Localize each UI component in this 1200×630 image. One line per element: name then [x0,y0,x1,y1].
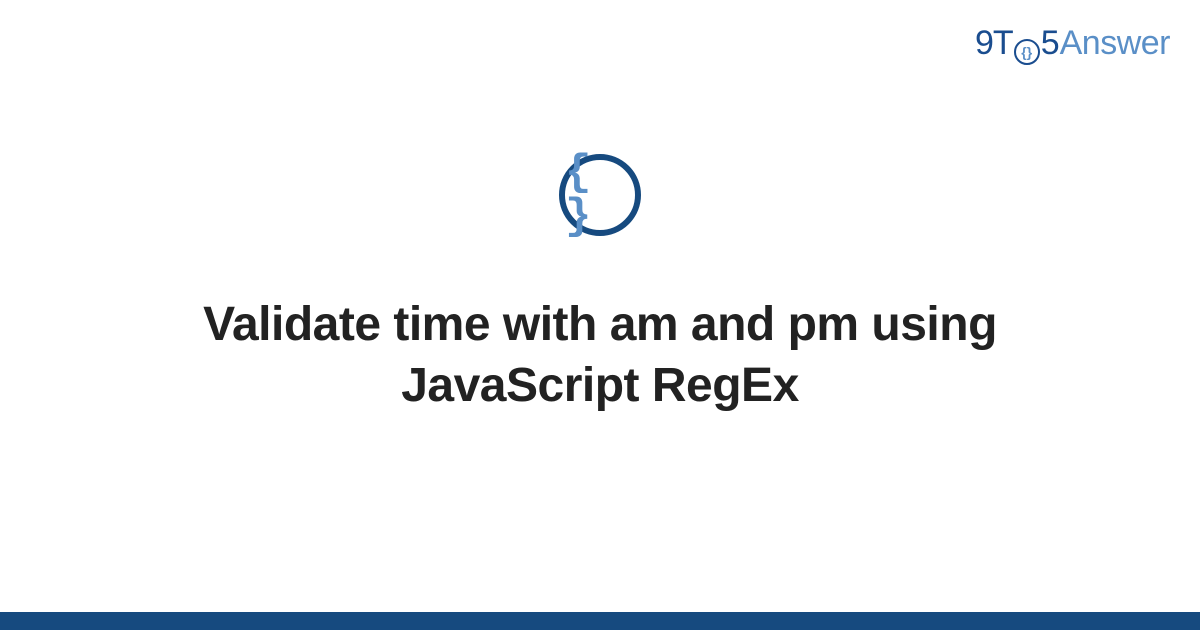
footer-bar [0,612,1200,630]
topic-icon-circle: { } [559,154,641,236]
main-content: { } Validate time with am and pm using J… [0,0,1200,630]
page-title: Validate time with am and pm using JavaS… [150,294,1050,417]
braces-icon: { } [565,151,635,239]
